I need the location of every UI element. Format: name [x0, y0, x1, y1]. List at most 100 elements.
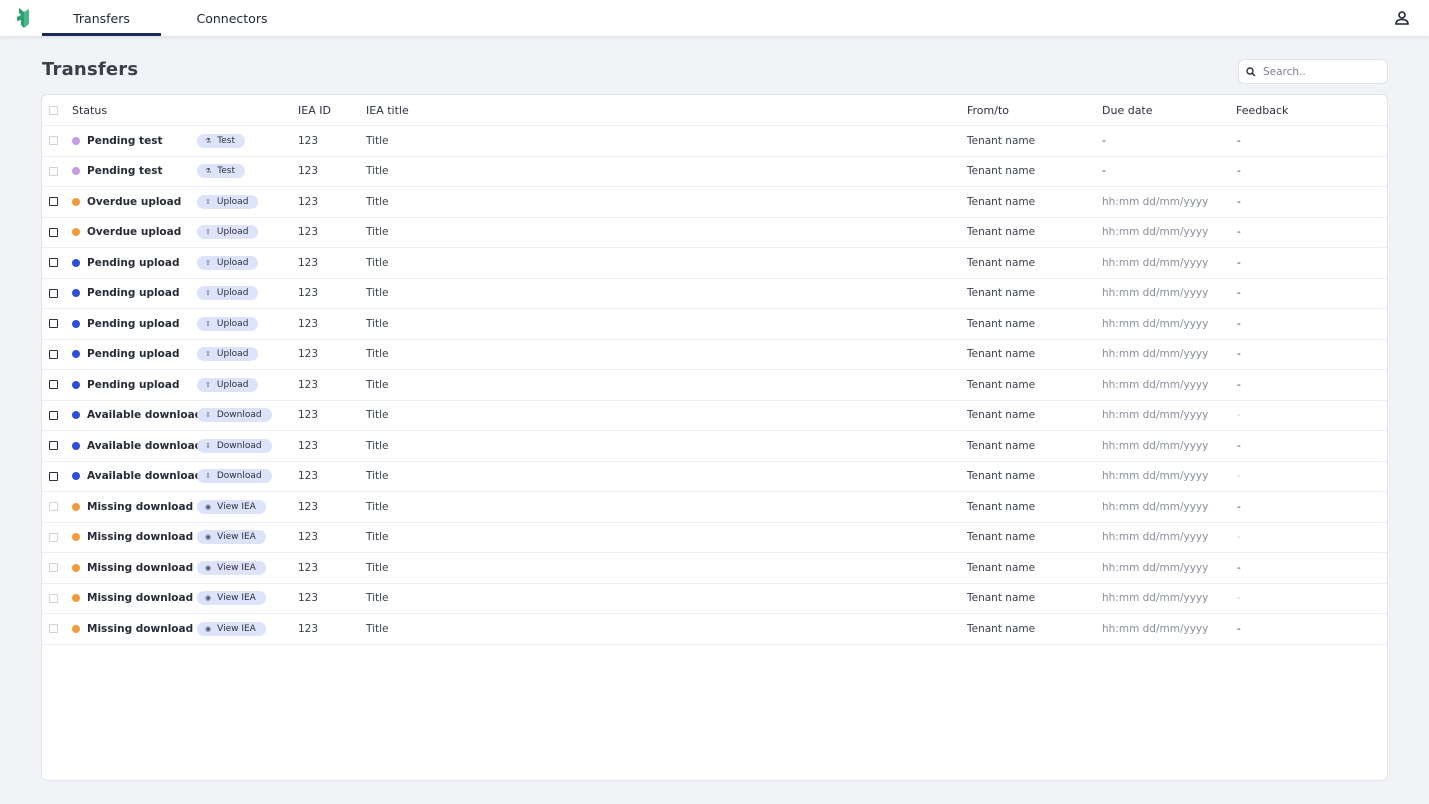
row-action-button[interactable]: ⚗ Test [197, 164, 246, 179]
table-row[interactable]: Pending upload ⇧ Upload 123 Title Tenant name… [42, 248, 1387, 279]
table-row[interactable]: Available download ⇩ Download 123 Title Tenan… [42, 431, 1387, 462]
column-header-iea-title[interactable]: IEA title [366, 95, 409, 126]
row-action-button[interactable]: ◉ View IEA [197, 621, 266, 636]
row-checkbox[interactable] [49, 624, 58, 634]
row-checkbox[interactable] [49, 380, 58, 390]
status-dot [72, 197, 80, 206]
row-checkbox[interactable] [49, 563, 58, 573]
row-checkbox[interactable] [49, 471, 58, 481]
table-row[interactable]: Pending test ⚗ Test 123 Title Tenant name - - [42, 126, 1387, 157]
row-action-button[interactable]: ⇧ Upload [197, 316, 259, 331]
table-row[interactable]: Missing download ◉ View IEA 123 Title Tenant … [42, 492, 1387, 523]
table-row[interactable]: Available download ⇩ Download 123 Title Tenan… [42, 462, 1387, 492]
row-checkbox[interactable] [49, 532, 58, 542]
row-action-button[interactable]: ◉ View IEA [197, 591, 266, 606]
table-row[interactable]: Missing download ◉ View IEA 123 Title Tenant … [42, 584, 1387, 614]
feedback-cell: - [1237, 317, 1241, 330]
row-action-button[interactable]: ⇩ Download [197, 408, 272, 423]
transfers-table: Status IEA ID IEA title From/to Due date… [41, 94, 1388, 781]
row-action-label: Upload [216, 379, 249, 390]
row-action-button[interactable]: ◉ View IEA [197, 499, 266, 514]
table-row[interactable]: Overdue upload ⇧ Upload 123 Title Tenant name… [42, 218, 1387, 248]
row-checkbox[interactable] [49, 410, 58, 420]
row-action-label: Upload [216, 349, 249, 360]
search-icon [1246, 66, 1256, 77]
row-action-label: View IEA [217, 532, 256, 543]
iea-title-cell: Title [366, 409, 389, 422]
tab-transfers[interactable]: Transfers [42, 0, 161, 36]
row-checkbox[interactable] [49, 288, 58, 298]
row-action-button[interactable]: ⇩ Download [197, 469, 272, 484]
table-row[interactable]: Pending upload ⇧ Upload 123 Title Tenant name… [42, 340, 1387, 370]
row-checkbox[interactable] [49, 319, 58, 329]
due-date-cell: hh:mm dd/mm/yyyy [1102, 561, 1209, 574]
column-header-iea-id[interactable]: IEA ID [298, 95, 331, 126]
row-checkbox[interactable] [49, 258, 58, 268]
select-all-checkbox[interactable] [49, 105, 58, 115]
iea-title-cell: Title [366, 531, 389, 544]
table-row[interactable]: Available download ⇩ Download 123 Title Tenan… [42, 401, 1387, 431]
table-row[interactable]: Missing download ◉ View IEA 123 Title Tenant … [42, 553, 1387, 584]
test-tube-icon: ⚗ [205, 167, 212, 176]
row-action-button[interactable]: ⇧ Upload [197, 286, 259, 301]
table-row[interactable]: Pending upload ⇧ Upload 123 Title Tenant name… [42, 309, 1387, 340]
table-row[interactable]: Pending upload ⇧ Upload 123 Title Tenant name… [42, 279, 1387, 309]
status-label: Available download [87, 439, 203, 452]
row-checkbox[interactable] [49, 441, 58, 451]
row-checkbox[interactable] [49, 166, 58, 176]
search-input[interactable] [1263, 65, 1378, 78]
tab-connectors[interactable]: Connectors [170, 0, 294, 36]
column-header-status[interactable]: Status [72, 95, 107, 126]
from-to-cell: Tenant name [967, 378, 1036, 391]
status-dot [72, 411, 80, 420]
row-checkbox[interactable] [49, 502, 58, 512]
feedback-cell: - [1237, 409, 1241, 422]
row-checkbox[interactable] [49, 136, 58, 146]
app-logo-icon[interactable] [16, 6, 32, 30]
status-dot [72, 350, 80, 359]
row-checkbox[interactable] [49, 197, 58, 207]
iea-title-cell: Title [366, 195, 389, 208]
row-checkbox[interactable] [49, 349, 58, 359]
row-action-button[interactable]: ⇧ Upload [197, 377, 259, 392]
feedback-cell: - [1237, 165, 1241, 178]
table-row[interactable]: Pending upload ⇧ Upload 123 Title Tenant name… [42, 370, 1387, 401]
table-row[interactable]: Pending test ⚗ Test 123 Title Tenant name - - [42, 157, 1387, 187]
row-action-button[interactable]: ◉ View IEA [197, 530, 266, 545]
eye-icon: ◉ [205, 624, 212, 633]
table-row[interactable]: Overdue upload ⇧ Upload 123 Title Tenant name… [42, 187, 1387, 218]
row-action-button[interactable]: ⇧ Upload [197, 225, 259, 240]
user-icon[interactable] [1394, 10, 1410, 26]
due-date-cell: hh:mm dd/mm/yyyy [1102, 592, 1209, 605]
status-label: Pending upload [87, 317, 180, 330]
row-action-button[interactable]: ⇧ Upload [197, 194, 259, 209]
row-action-button[interactable]: ⚗ Test [197, 133, 246, 148]
row-action-button[interactable]: ⇧ Upload [197, 347, 259, 362]
table-row[interactable]: Missing download ◉ View IEA 123 Title Tenant … [42, 523, 1387, 553]
status-label: Available download [87, 470, 203, 483]
iea-id-cell: 123 [298, 500, 319, 513]
due-date-cell: hh:mm dd/mm/yyyy [1102, 256, 1209, 269]
search-box[interactable] [1238, 59, 1388, 84]
status-dot [72, 258, 80, 267]
row-action-button[interactable]: ⇧ Upload [197, 255, 259, 270]
status-dot [72, 289, 80, 298]
row-action-button[interactable]: ⇩ Download [197, 438, 272, 453]
feedback-cell: - [1237, 561, 1241, 574]
feedback-cell: - [1237, 500, 1241, 513]
column-header-from-to[interactable]: From/to [967, 95, 1009, 126]
eye-icon: ◉ [205, 502, 212, 511]
iea-title-cell: Title [366, 378, 389, 391]
row-checkbox[interactable] [49, 227, 58, 237]
top-navigation-bar: Transfers Connectors [0, 0, 1429, 36]
table-row[interactable]: Missing download ◉ View IEA 123 Title Tenant … [42, 614, 1387, 645]
upload-icon: ⇧ [205, 350, 211, 359]
feedback-cell: - [1237, 378, 1241, 391]
column-header-due-date[interactable]: Due date [1102, 95, 1153, 126]
row-action-button[interactable]: ◉ View IEA [197, 560, 266, 575]
row-checkbox[interactable] [49, 593, 58, 603]
iea-title-cell: Title [366, 439, 389, 452]
status-dot [72, 472, 80, 481]
column-header-feedback[interactable]: Feedback [1236, 95, 1288, 126]
status-dot [72, 594, 80, 603]
